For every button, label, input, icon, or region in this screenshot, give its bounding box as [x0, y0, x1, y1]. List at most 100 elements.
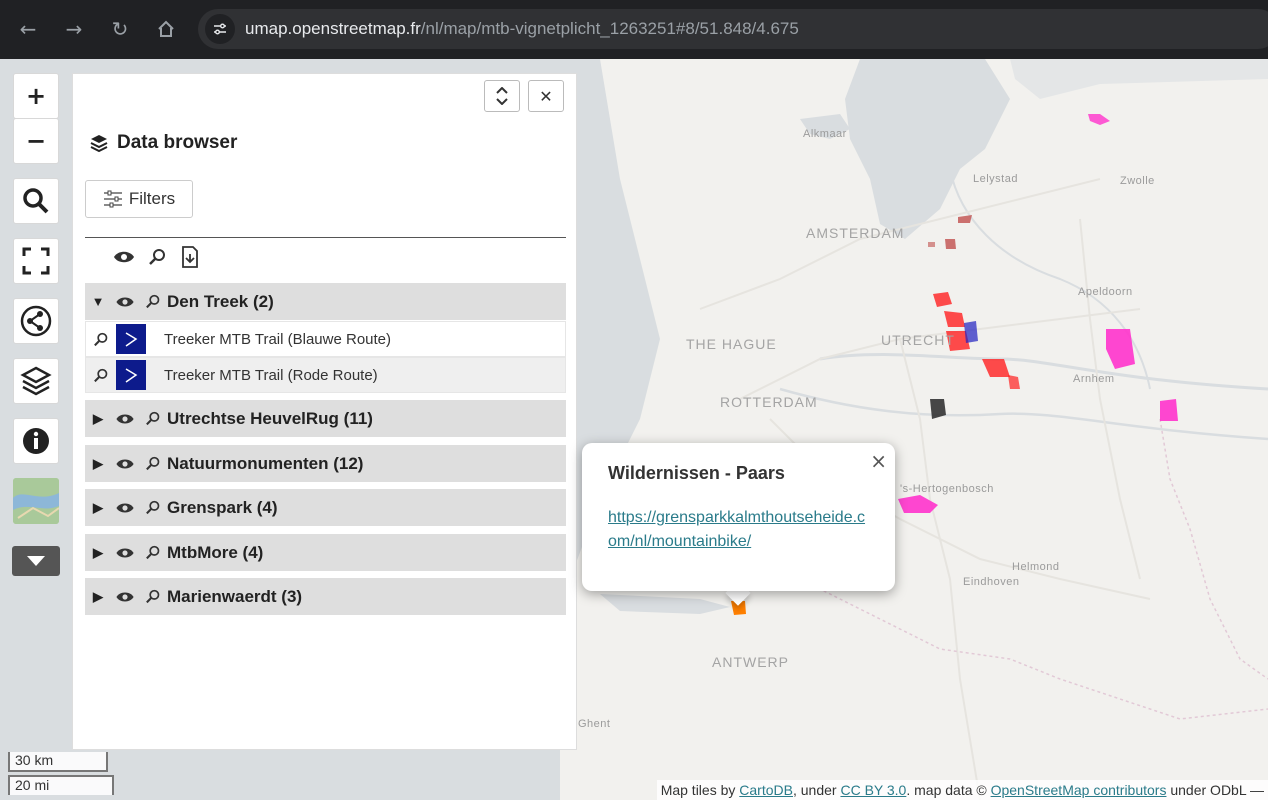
popup-title: Wildernissen - Paars [608, 463, 785, 483]
zoom-to-icon[interactable] [145, 294, 161, 309]
trail-area [1008, 375, 1020, 389]
polyline-icon [116, 324, 146, 354]
city-label: Alkmaar [803, 128, 847, 140]
feature-popup: × Wildernissen - Paars https://grenspark… [582, 443, 895, 591]
layer-label: Utrechtse HeuvelRug (11) [167, 408, 373, 428]
layer-row-den-treek[interactable]: ▼ Den Treek (2) [85, 283, 566, 320]
expand-triangle-icon[interactable]: ▶ [85, 545, 111, 561]
expand-vertical-icon [496, 87, 508, 105]
trail-area [1160, 399, 1178, 421]
city-label: Helmond [1012, 561, 1060, 573]
layers-icon [90, 135, 108, 153]
zoom-in-button[interactable]: + [13, 73, 59, 119]
filters-label: Filters [128, 189, 176, 208]
layers-icon [20, 366, 52, 396]
fullscreen-button[interactable] [13, 238, 59, 284]
site-info-icon[interactable] [205, 14, 235, 44]
zoom-to-icon[interactable] [145, 411, 161, 426]
expand-triangle-icon[interactable]: ▶ [85, 411, 111, 427]
layer-label: Natuurmonumenten (12) [167, 453, 364, 473]
attribution-text: . map data © [906, 782, 991, 798]
url-text[interactable]: umap.openstreetmap.fr/nl/map/mtb-vignetp… [245, 19, 799, 39]
trail-area [928, 242, 935, 247]
layer-row-natuurmonumenten[interactable]: ▶ Natuurmonumenten (12) [85, 445, 566, 482]
city-label: ROTTERDAM [720, 394, 818, 410]
more-controls-button[interactable] [12, 546, 60, 576]
zoom-to-icon[interactable] [145, 456, 161, 471]
feature-label: Treeker MTB Trail (Blauwe Route) [164, 330, 392, 348]
layer-label: MtbMore (4) [167, 542, 264, 562]
eye-icon[interactable] [115, 296, 135, 308]
forward-icon[interactable]: → [59, 14, 89, 44]
map-attribution: Map tiles by CartoDB, under CC BY 3.0. m… [656, 780, 1268, 800]
scale-mi: 20 mi [8, 775, 114, 795]
browser-toolbar-icons [113, 246, 199, 268]
panel-title: Data browser [89, 132, 237, 154]
popup-link[interactable]: https://grensparkkalmthoutseheide.com/nl… [608, 506, 868, 554]
collapse-triangle-icon[interactable]: ▼ [85, 294, 111, 309]
zoom-to-icon[interactable] [145, 589, 161, 604]
info-button[interactable] [13, 418, 59, 464]
tile-layer-switcher[interactable] [13, 478, 59, 524]
url-path: /nl/map/mtb-vignetplicht_1263251#8/51.84… [420, 19, 799, 38]
zoom-to-icon[interactable] [93, 368, 109, 383]
feature-label: Treeker MTB Trail (Rode Route) [164, 366, 378, 384]
osm-contributors-link[interactable]: OpenStreetMap contributors [991, 782, 1167, 798]
zoom-to-icon[interactable] [145, 545, 161, 560]
eye-icon[interactable] [115, 591, 135, 603]
eye-icon[interactable] [115, 413, 135, 425]
close-panel-button[interactable]: ✕ [528, 80, 564, 112]
city-label: Lelystad [973, 173, 1018, 185]
resize-panel-button[interactable] [484, 80, 520, 112]
expand-triangle-icon[interactable]: ▶ [85, 589, 111, 605]
layer-row-utrechtse-heuvelrug[interactable]: ▶ Utrechtse HeuvelRug (11) [85, 400, 566, 437]
zoom-out-button[interactable]: − [13, 118, 59, 164]
cc-by-link[interactable]: CC BY 3.0 [840, 782, 906, 798]
popup-close-button[interactable]: × [870, 449, 887, 473]
eye-icon[interactable] [115, 458, 135, 470]
zoom-to-icon[interactable] [93, 332, 109, 347]
search-button[interactable] [13, 178, 59, 224]
expand-triangle-icon[interactable]: ▶ [85, 500, 111, 516]
trail-area [933, 292, 952, 307]
polyline-icon [116, 360, 146, 390]
city-label: Zwolle [1120, 175, 1155, 187]
feature-row[interactable]: Treeker MTB Trail (Blauwe Route) [85, 321, 566, 357]
eye-icon[interactable] [115, 547, 135, 559]
layer-label: Grenspark (4) [167, 497, 278, 517]
filters-button[interactable]: Filters [85, 180, 193, 218]
reload-icon[interactable]: ↻ [105, 14, 135, 44]
expand-triangle-icon[interactable]: ▶ [85, 456, 111, 472]
trail-area [1088, 114, 1110, 125]
back-icon[interactable]: ← [13, 14, 43, 44]
layer-label: Marienwaerdt (3) [167, 586, 303, 606]
zoom-to-icon[interactable] [149, 248, 167, 266]
city-label: 's-Hertogenbosch [900, 483, 994, 495]
layer-label: Den Treek (2) [167, 291, 274, 311]
zoom-to-icon[interactable] [145, 500, 161, 515]
close-icon: ✕ [539, 86, 553, 106]
home-icon[interactable] [151, 14, 181, 44]
eye-icon[interactable] [115, 502, 135, 514]
attribution-text: Map tiles by [660, 782, 740, 798]
url-host: umap.openstreetmap.fr [245, 19, 421, 38]
layers-button[interactable] [13, 358, 59, 404]
layer-row-marienwaerdt[interactable]: ▶ Marienwaerdt (3) [85, 578, 566, 615]
panel-title-text: Data browser [117, 132, 238, 153]
layer-row-grenspark[interactable]: ▶ Grenspark (4) [85, 489, 566, 526]
feature-row[interactable]: Treeker MTB Trail (Rode Route) [85, 357, 566, 393]
share-icon [20, 305, 52, 337]
trail-area [1106, 329, 1135, 369]
trail-area [982, 359, 1010, 377]
data-browser-panel: ✕ Data browser Filters ▼ Den Treek (2) T… [72, 73, 577, 750]
trail-area [958, 215, 972, 223]
layer-row-mtbmore[interactable]: ▶ MtbMore (4) [85, 534, 566, 571]
download-icon[interactable] [181, 246, 199, 268]
city-label: Apeldoorn [1078, 286, 1133, 298]
sliders-icon [103, 190, 122, 208]
attribution-text: , under [792, 782, 841, 798]
share-button[interactable] [13, 298, 59, 344]
eye-icon[interactable] [113, 250, 135, 264]
cartodb-link[interactable]: CartoDB [739, 782, 793, 798]
divider [85, 237, 566, 238]
